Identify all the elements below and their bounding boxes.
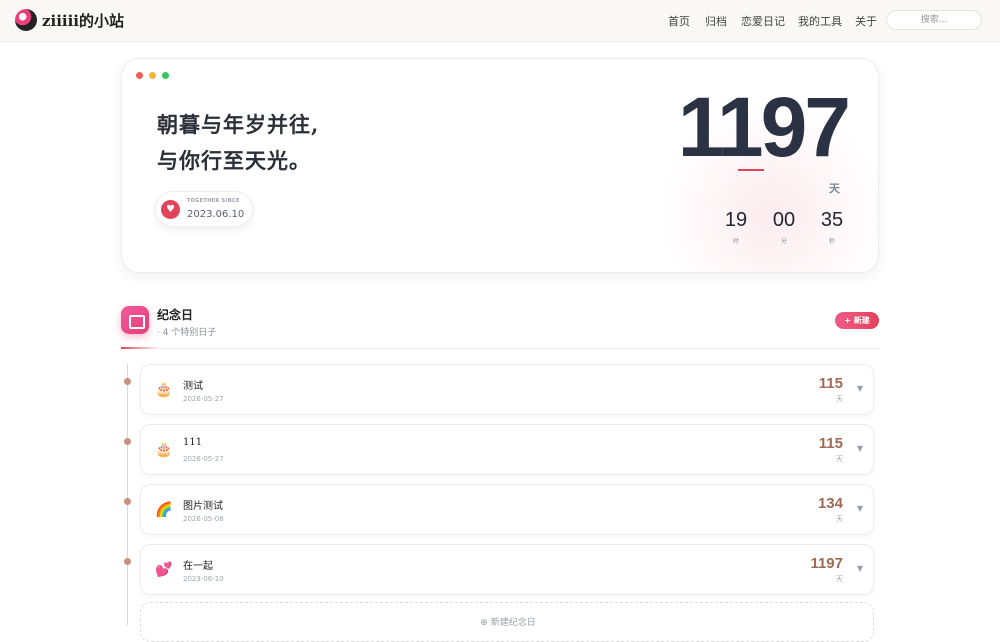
- section-underline: [121, 347, 161, 349]
- new-button-label: 新建: [853, 316, 870, 325]
- add-anniversary-text: 新建纪念日: [490, 618, 536, 628]
- nav-home[interactable]: 首页: [668, 13, 690, 29]
- anniversary-title: 111: [183, 437, 203, 448]
- anniversary-days: 115: [818, 435, 843, 452]
- anniversary-days: 1197: [810, 555, 843, 572]
- new-anniversary-button[interactable]: + 新建: [835, 312, 879, 329]
- hero-slogan-line1: 朝暮与年岁并往,: [157, 112, 320, 137]
- timeline-dot: [124, 438, 131, 445]
- top-navbar: ziiiii的小站 首页 归档 恋爱日记 我的工具 关于 搜索...: [0, 0, 1000, 42]
- timeline-line: [127, 364, 128, 625]
- site-logo-icon[interactable]: [15, 9, 37, 31]
- anniversary-title: 图片测试: [183, 501, 223, 512]
- nav-love-diary[interactable]: 恋爱日记: [741, 13, 785, 29]
- anniversary-item[interactable]: 🌈 图片测试 2026-05-08 134 天 ▼: [140, 484, 874, 535]
- nav-my-tools[interactable]: 我的工具: [798, 13, 842, 29]
- add-anniversary-row[interactable]: ⊕ 新建纪念日: [140, 602, 874, 642]
- anniversary-date: 2026-05-08: [183, 515, 224, 523]
- timeline-dot: [124, 498, 131, 505]
- timeline-dot: [124, 558, 131, 565]
- days-underline: [738, 169, 764, 171]
- add-anniversary-label: ⊕ 新建纪念日: [141, 615, 875, 628]
- expand-caret-icon[interactable]: ▼: [857, 564, 863, 573]
- hearts-icon: 💕: [155, 562, 173, 578]
- anniversary-title: 测试: [183, 381, 203, 392]
- anniversary-days-unit: 天: [836, 395, 843, 403]
- site-brand[interactable]: ziiiii的小站: [42, 10, 124, 31]
- section-subtitle: · 4 个特别日子: [157, 328, 217, 338]
- anniversary-days: 134: [817, 495, 843, 512]
- anniversary-date: 2026-05-27: [183, 455, 224, 463]
- anniversary-date: 2023-06-10: [183, 575, 224, 583]
- nav-about[interactable]: 关于: [855, 13, 877, 29]
- clock-seconds-label: 秒: [828, 238, 835, 245]
- anniversary-title: 在一起: [183, 561, 213, 572]
- cake-icon: 🎂: [155, 382, 173, 398]
- anniversary-date: 2026-05-27: [183, 395, 224, 403]
- hero-card: 朝暮与年岁并往, 与你行至天光。 ♥ TOGETHER SINCE 2023.0…: [121, 58, 879, 273]
- expand-caret-icon[interactable]: ▼: [857, 444, 863, 453]
- clock-hours: 19: [724, 209, 748, 231]
- anniversary-item[interactable]: 💕 在一起 2023-06-10 1197 天 ▼: [140, 544, 874, 595]
- clock-minutes: 00: [772, 209, 796, 231]
- calendar-icon: [121, 306, 149, 334]
- window-dot-red: [136, 72, 143, 79]
- days-together-count: 1197: [677, 80, 851, 174]
- expand-caret-icon[interactable]: ▼: [857, 504, 863, 513]
- anniversary-item[interactable]: 🎂 测试 2026-05-27 115 天 ▼: [140, 364, 874, 415]
- add-circle-icon: ⊕: [480, 618, 488, 628]
- expand-caret-icon[interactable]: ▼: [857, 384, 863, 393]
- together-since-badge: ♥ TOGETHER SINCE 2023.06.10: [155, 191, 253, 227]
- plus-icon: +: [844, 316, 851, 325]
- rainbow-icon: 🌈: [155, 502, 173, 518]
- together-since-label: TOGETHER SINCE: [187, 198, 240, 204]
- timeline-dot: [124, 378, 131, 385]
- anniversary-days-unit: 天: [836, 515, 843, 523]
- clock-seconds: 35: [820, 209, 844, 231]
- anniversary-days: 115: [818, 375, 843, 392]
- cake-icon: 🎂: [155, 442, 173, 458]
- nav-archive[interactable]: 归档: [705, 13, 727, 29]
- together-since-date: 2023.06.10: [187, 209, 245, 220]
- clock-hours-label: 时: [732, 238, 739, 245]
- hero-slogan-line2: 与你行至天光。: [157, 148, 311, 173]
- heart-icon: ♥: [161, 200, 180, 219]
- anniversary-item[interactable]: 🎂 111 2026-05-27 115 天 ▼: [140, 424, 874, 475]
- days-unit: 天: [829, 182, 840, 195]
- search-input[interactable]: 搜索...: [886, 10, 982, 30]
- clock-minutes-label: 分: [780, 238, 787, 245]
- window-dot-yellow: [149, 72, 156, 79]
- anniversary-days-unit: 天: [836, 575, 843, 583]
- anniversary-days-unit: 天: [836, 455, 843, 463]
- section-divider: [161, 348, 879, 349]
- section-title: 纪念日: [157, 308, 194, 322]
- window-dot-green: [162, 72, 169, 79]
